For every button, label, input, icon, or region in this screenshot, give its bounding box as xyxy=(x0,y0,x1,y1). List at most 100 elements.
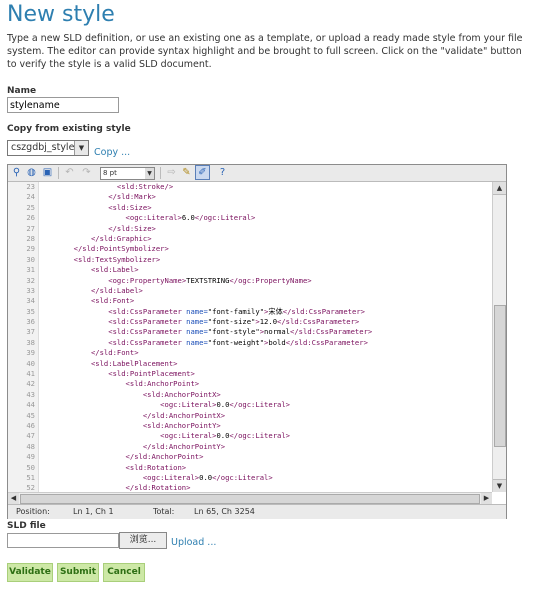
code-line[interactable]: <sld:LabelPlacement> xyxy=(39,359,491,369)
line-number: 50 xyxy=(26,462,35,472)
code-line[interactable]: <sld:CssParameter name="font-size">12.0<… xyxy=(39,317,491,327)
code-token: </sld:Font> xyxy=(90,348,139,358)
code-token: </sld:Graphic> xyxy=(90,233,152,243)
full-screen-icon[interactable]: ▣ xyxy=(41,166,54,179)
code-line[interactable]: </sld:Size> xyxy=(39,224,491,234)
code-token: </ogc:Literal> xyxy=(212,472,273,482)
code-area[interactable]: <sld:Stroke/> </sld:Mark> <sld:Size> <og… xyxy=(39,182,491,492)
code-token: <ogc:Literal> xyxy=(160,431,217,441)
line-number: 48 xyxy=(26,441,35,451)
validate-button[interactable]: Validate xyxy=(7,563,53,582)
code-line[interactable]: <sld:Size> xyxy=(39,203,491,213)
code-line[interactable]: <sld:Label> xyxy=(39,265,491,275)
code-line[interactable]: <sld:Rotation> xyxy=(39,463,491,473)
code-token: <sld:CssParameter xyxy=(108,306,187,316)
code-token: normal xyxy=(264,327,291,337)
scroll-thumb[interactable] xyxy=(494,305,506,447)
code-token: <sld:AnchorPointY> xyxy=(142,420,221,430)
submit-button[interactable]: Submit xyxy=(57,563,99,582)
line-number: 26 xyxy=(26,213,35,223)
line-number: 31 xyxy=(26,265,35,275)
code-token: "font-weight" xyxy=(207,337,265,347)
sld-file-path-field[interactable] xyxy=(7,533,119,548)
scroll-left-icon[interactable]: ◀ xyxy=(8,493,19,504)
code-token: </sld:AnchorPointY> xyxy=(142,441,226,451)
code-line[interactable]: <sld:Font> xyxy=(39,296,491,306)
search-icon[interactable]: ⚲ xyxy=(10,166,23,179)
code-line[interactable]: <sld:CssParameter name="font-style">norm… xyxy=(39,327,491,337)
existing-style-select[interactable]: cszgdbj_style ▼ xyxy=(7,140,89,156)
code-line[interactable]: <sld:AnchorPointY> xyxy=(39,421,491,431)
code-line[interactable]: </sld:AnchorPointX> xyxy=(39,411,491,421)
code-line[interactable]: </sld:Graphic> xyxy=(39,234,491,244)
code-token: </sld:CssParameter> xyxy=(282,306,365,316)
code-line[interactable]: </sld:Rotation> xyxy=(39,483,491,492)
style-name-input[interactable] xyxy=(7,97,119,113)
sld-code-editor[interactable]: ⚲ ◍ ▣ ↶ ↷ 8 pt ▼ ⇨ ✎ ✐ ? 23 24 25 26 27 28 29 3… xyxy=(7,164,507,519)
undo-icon[interactable]: ↶ xyxy=(63,166,76,179)
code-line[interactable]: </sld:AnchorPoint> xyxy=(39,452,491,462)
code-line[interactable]: </sld:Mark> xyxy=(39,192,491,202)
code-line[interactable]: </sld:AnchorPointY> xyxy=(39,442,491,452)
position-value: Ln 1, Ch 1 xyxy=(73,507,114,516)
code-token: <sld:Stroke/> xyxy=(116,182,174,191)
code-token: 0.0 xyxy=(216,400,230,410)
code-line[interactable]: </sld:Label> xyxy=(39,286,491,296)
code-line[interactable]: <ogc:Literal>0.0</ogc:Literal> xyxy=(39,431,491,441)
code-line[interactable]: <ogc:Literal>0.0</ogc:Literal> xyxy=(39,400,491,410)
code-token: <sld:Size> xyxy=(108,202,152,212)
sld-file-label: SLD file xyxy=(7,521,46,531)
upload-link[interactable]: Upload ... xyxy=(171,537,216,548)
code-token: </ogc:PropertyName> xyxy=(229,275,312,285)
horizontal-scrollbar[interactable]: ◀ ▶ xyxy=(8,492,492,504)
intro-text: Type a new SLD definition, or use an exi… xyxy=(7,33,523,70)
line-number-gutter: 23 24 25 26 27 28 29 30 31 32 33 34 35 36 37 38 39 40 41 42… xyxy=(8,182,39,492)
code-token: </ogc:Literal> xyxy=(229,400,291,410)
code-line[interactable]: </sld:PointSymbolizer> xyxy=(39,244,491,254)
line-number: 24 xyxy=(26,192,35,202)
chevron-down-icon[interactable]: ▼ xyxy=(145,168,154,179)
code-line[interactable]: <sld:AnchorPoint> xyxy=(39,379,491,389)
total-label: Total: xyxy=(153,507,175,516)
redo-icon[interactable]: ↷ xyxy=(80,166,93,179)
code-line[interactable]: <sld:CssParameter name="font-family">宋体<… xyxy=(39,307,491,317)
find-replace-icon[interactable]: ◍ xyxy=(25,166,38,179)
code-token: name= xyxy=(186,317,208,327)
scroll-right-icon[interactable]: ▶ xyxy=(481,493,492,504)
chevron-down-icon[interactable]: ▼ xyxy=(74,141,88,155)
help-icon[interactable]: ? xyxy=(216,166,229,179)
code-token: <ogc:Literal> xyxy=(125,213,182,223)
scroll-down-icon[interactable]: ▼ xyxy=(493,479,506,492)
code-line[interactable]: <ogc:Literal>6.0</ogc:Literal> xyxy=(39,213,491,223)
code-line[interactable]: <sld:TextSymbolizer> xyxy=(39,255,491,265)
line-number: 25 xyxy=(26,202,35,212)
line-number: 30 xyxy=(26,254,35,264)
editor-status-bar: Position: Ln 1, Ch 1 Total: Ln 65, Ch 32… xyxy=(8,504,506,519)
code-token: <ogc:Literal> xyxy=(160,400,217,410)
code-line[interactable]: <ogc:Literal>0.0</ogc:Literal> xyxy=(39,473,491,483)
code-line[interactable]: <sld:AnchorPointX> xyxy=(39,390,491,400)
code-line[interactable]: <ogc:PropertyName>TEXTSTRING</ogc:Proper… xyxy=(39,276,491,286)
code-token: </sld:Label> xyxy=(90,285,143,295)
line-number: 47 xyxy=(26,431,35,441)
vertical-scrollbar[interactable]: ▲ ▼ xyxy=(492,182,506,492)
reformat-icon[interactable]: ✎ xyxy=(180,166,193,179)
copy-link[interactable]: Copy ... xyxy=(94,147,130,158)
code-line[interactable]: </sld:Font> xyxy=(39,348,491,358)
goto-line-icon[interactable]: ⇨ xyxy=(165,166,178,179)
line-number: 41 xyxy=(26,369,35,379)
code-line[interactable]: <sld:CssParameter name="font-weight">bol… xyxy=(39,338,491,348)
position-label: Position: xyxy=(16,507,50,516)
scroll-thumb[interactable] xyxy=(20,494,480,504)
scroll-up-icon[interactable]: ▲ xyxy=(493,182,506,195)
font-size-select[interactable]: 8 pt ▼ xyxy=(100,167,155,180)
browse-button[interactable]: 浏览... xyxy=(119,532,167,549)
code-token: </sld:AnchorPoint> xyxy=(125,452,204,462)
line-number: 40 xyxy=(26,358,35,368)
line-number: 29 xyxy=(26,244,35,254)
code-line[interactable]: <sld:Stroke/> xyxy=(39,182,491,192)
code-line[interactable]: <sld:PointPlacement> xyxy=(39,369,491,379)
code-token: <sld:TextSymbolizer> xyxy=(73,254,161,264)
cancel-button[interactable]: Cancel xyxy=(103,563,145,582)
toggle-editor-icon[interactable]: ✐ xyxy=(195,165,210,180)
